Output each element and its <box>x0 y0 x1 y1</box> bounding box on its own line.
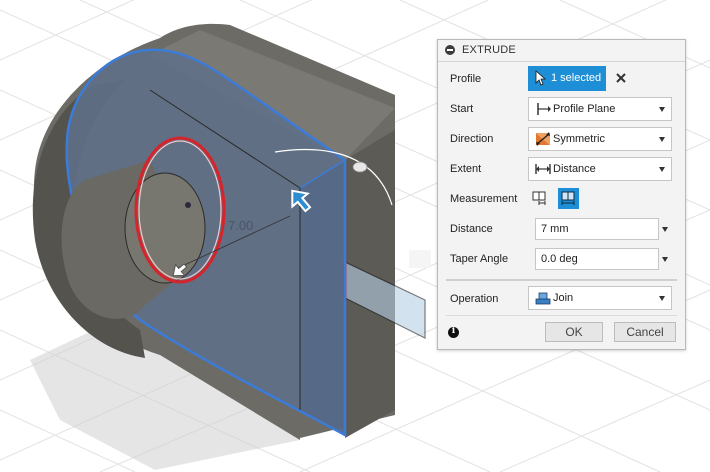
symmetric-direction-icon <box>536 132 550 146</box>
distance-extent-icon <box>535 164 551 174</box>
info-icon[interactable]: i <box>448 326 459 338</box>
start-dropdown[interactable]: Profile Plane <box>528 97 672 121</box>
extent-label: Extent <box>450 163 482 175</box>
taper-angle-label: Taper Angle <box>450 253 509 265</box>
join-operation-icon <box>535 292 551 305</box>
taper-angle-value: 0.0 deg <box>541 253 578 265</box>
operation-label: Operation <box>450 293 499 305</box>
extrude-dialog: EXTRUDE Profile 1 selected Start Profile… <box>437 39 686 350</box>
chevron-down-icon <box>659 296 665 301</box>
chevron-down-icon[interactable] <box>662 227 668 232</box>
start-label: Start <box>450 103 474 115</box>
profile-plane-icon <box>537 103 551 115</box>
profile-selection-count: 1 selected <box>551 72 602 84</box>
chevron-down-icon[interactable] <box>662 257 668 262</box>
distance-input[interactable]: 7 mm <box>535 218 659 240</box>
whole-length-measurement-button[interactable] <box>558 188 579 209</box>
profile-label: Profile <box>450 73 482 85</box>
dialog-title: EXTRUDE <box>462 44 516 56</box>
direction-value: Symmetric <box>553 133 605 145</box>
footer-divider <box>446 315 677 316</box>
extrude-preview-face <box>300 160 345 435</box>
half-length-measurement-button[interactable] <box>529 188 550 209</box>
taper-angle-input[interactable]: 0.0 deg <box>535 248 659 270</box>
half-length-icon <box>532 191 546 205</box>
taper-handle-dot[interactable] <box>352 161 368 173</box>
cancel-button[interactable]: Cancel <box>614 322 676 342</box>
collapse-icon[interactable] <box>445 45 455 55</box>
close-icon[interactable] <box>614 71 628 85</box>
dialog-header: EXTRUDE <box>438 40 685 62</box>
direction-label: Direction <box>450 133 494 145</box>
operation-dropdown[interactable]: Join <box>528 286 672 310</box>
whole-length-icon <box>561 191 575 205</box>
distance-label: Distance <box>450 223 493 235</box>
start-value: Profile Plane <box>553 103 616 115</box>
chevron-down-icon <box>659 137 665 142</box>
ok-button[interactable]: OK <box>545 322 603 342</box>
measurement-label: Measurement <box>450 193 518 205</box>
direction-dropdown[interactable]: Symmetric <box>528 127 672 151</box>
dimension-label: 7.00 <box>228 218 253 233</box>
section-divider <box>446 279 677 281</box>
chevron-down-icon <box>659 167 665 172</box>
extent-value: Distance <box>553 163 596 175</box>
extent-dropdown[interactable]: Distance <box>528 157 672 181</box>
cursor-select-icon <box>535 70 547 86</box>
profile-selection-button[interactable]: 1 selected <box>528 66 606 91</box>
chevron-down-icon <box>659 107 665 112</box>
operation-value: Join <box>553 292 574 304</box>
distance-value: 7 mm <box>541 223 569 235</box>
